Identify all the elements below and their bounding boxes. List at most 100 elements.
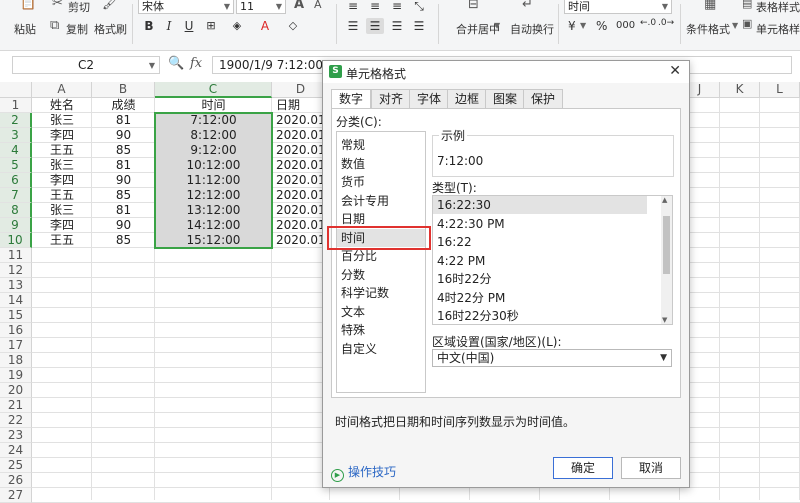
cell-score[interactable]: 85: [92, 233, 155, 248]
type-item[interactable]: 16:22:30: [433, 196, 647, 214]
row-header-17[interactable]: 17: [0, 338, 32, 353]
cell-name[interactable]: 张三: [32, 203, 92, 218]
align-right-icon[interactable]: ☰: [388, 18, 406, 34]
cancel-button[interactable]: 取消: [621, 457, 681, 479]
column-header-k[interactable]: K: [720, 82, 760, 98]
row-header-18[interactable]: 18: [0, 353, 32, 368]
row-header-25[interactable]: 25: [0, 458, 32, 473]
type-list[interactable]: 16:22:30 4:22:30 PM 16:22 4:22 PM 16时22分 4时22…: [432, 195, 662, 325]
tab-protection[interactable]: 保护: [523, 89, 564, 108]
row-header-8[interactable]: 8: [0, 203, 32, 218]
row-header-2[interactable]: 2: [0, 113, 32, 128]
row-header-11[interactable]: 11: [0, 248, 32, 263]
category-item[interactable]: 数值: [337, 155, 425, 173]
fill-color-icon[interactable]: ◈: [228, 18, 246, 34]
select-all-corner[interactable]: [0, 82, 32, 98]
dialog-title-bar[interactable]: S 单元格格式 ✕: [323, 61, 689, 83]
row-header-13[interactable]: 13: [0, 278, 32, 293]
cell-score[interactable]: 81: [92, 203, 155, 218]
cell-name[interactable]: 李四: [32, 128, 92, 143]
table-style-icon[interactable]: ▤: [742, 0, 752, 10]
cell-style-icon[interactable]: ▣: [742, 17, 752, 30]
category-item[interactable]: 常规: [337, 136, 425, 154]
locale-select[interactable]: 中文(中国) ▼: [432, 349, 672, 367]
orientation-icon[interactable]: ⤡: [410, 0, 428, 14]
decrease-font-icon[interactable]: A: [314, 0, 322, 11]
category-item[interactable]: 文本: [337, 303, 425, 321]
font-name-select[interactable]: 宋体 ▼: [138, 0, 234, 14]
cell-score[interactable]: 90: [92, 128, 155, 143]
scroll-down-icon[interactable]: ▼: [662, 316, 667, 324]
category-item[interactable]: 货币: [337, 173, 425, 191]
font-color-icon[interactable]: A: [256, 18, 274, 34]
italic-button[interactable]: I: [160, 18, 178, 34]
row-header-21[interactable]: 21: [0, 398, 32, 413]
paste-icon[interactable]: 📋: [20, 0, 36, 11]
cut-button[interactable]: 剪切: [68, 0, 90, 15]
format-painter-icon[interactable]: 🖌: [102, 0, 119, 11]
align-middle-icon[interactable]: ≡: [366, 0, 384, 14]
scroll-up-icon[interactable]: ▲: [662, 196, 667, 204]
tab-font[interactable]: 字体: [409, 89, 450, 108]
function-icon[interactable]: fx: [190, 56, 202, 71]
percent-button[interactable]: %: [596, 19, 607, 33]
font-size-select[interactable]: 11 ▼: [236, 0, 286, 14]
row-header-22[interactable]: 22: [0, 413, 32, 428]
row-header-24[interactable]: 24: [0, 443, 32, 458]
border-icon[interactable]: ⊞: [202, 18, 220, 34]
align-center-icon[interactable]: ☰: [366, 18, 384, 34]
type-item[interactable]: 16时22分: [433, 270, 647, 288]
tab-pattern[interactable]: 图案: [485, 89, 526, 108]
tab-alignment[interactable]: 对齐: [371, 89, 412, 108]
name-box[interactable]: C2 ▼: [12, 56, 160, 74]
merge-cells-icon[interactable]: ⊟: [468, 0, 479, 12]
distribute-icon[interactable]: ☰: [410, 18, 428, 34]
increase-font-icon[interactable]: A: [294, 0, 304, 12]
underline-button[interactable]: U: [180, 18, 198, 34]
column-header-a[interactable]: A: [32, 82, 92, 98]
cell-score[interactable]: 81: [92, 113, 155, 128]
category-item[interactable]: 科学记数: [337, 284, 425, 302]
row-header-12[interactable]: 12: [0, 263, 32, 278]
category-item[interactable]: 百分比: [337, 247, 425, 265]
align-left-icon[interactable]: ☰: [344, 18, 362, 34]
decrease-decimal-icon[interactable]: .0→: [658, 18, 674, 28]
cell-name[interactable]: 王五: [32, 188, 92, 203]
type-list-scrollbar[interactable]: ▲ ▼: [661, 195, 673, 325]
column-header-c[interactable]: C: [155, 82, 272, 98]
cell-score[interactable]: 85: [92, 143, 155, 158]
cell-header-time[interactable]: 时间: [155, 98, 272, 113]
row-header-9[interactable]: 9: [0, 218, 32, 233]
cell-score[interactable]: 90: [92, 218, 155, 233]
row-header-6[interactable]: 6: [0, 173, 32, 188]
tips-link[interactable]: ▶ 操作技巧: [331, 463, 396, 482]
close-icon[interactable]: ✕: [669, 63, 681, 79]
number-format-select[interactable]: 时间 ▼: [564, 0, 672, 14]
thousands-button[interactable]: 000: [616, 20, 635, 31]
copy-icon[interactable]: ⧉: [50, 18, 59, 33]
align-bottom-icon[interactable]: ≡: [388, 0, 406, 14]
cell-style-button[interactable]: 单元格样式: [756, 21, 800, 37]
type-item[interactable]: 4:22 PM: [433, 252, 647, 270]
row-header-16[interactable]: 16: [0, 323, 32, 338]
row-header-19[interactable]: 19: [0, 368, 32, 383]
conditional-format-button[interactable]: 条件格式: [686, 21, 730, 37]
row-header-7[interactable]: 7: [0, 188, 32, 203]
scrollbar-thumb[interactable]: [663, 216, 670, 274]
wrap-text-icon[interactable]: ↵: [522, 0, 533, 12]
category-item[interactable]: 自定义: [337, 340, 425, 358]
type-item[interactable]: 16时22分30秒: [433, 307, 647, 325]
row-header-14[interactable]: 14: [0, 293, 32, 308]
row-header-27[interactable]: 27: [0, 488, 32, 503]
chevron-down-icon[interactable]: ▼: [732, 21, 738, 30]
row-header-4[interactable]: 4: [0, 143, 32, 158]
type-item[interactable]: 16:22: [433, 233, 647, 251]
tab-border[interactable]: 边框: [447, 89, 488, 108]
scissors-icon[interactable]: ✂: [52, 0, 63, 11]
copy-button[interactable]: 复制: [66, 21, 88, 37]
cell-score[interactable]: 81: [92, 158, 155, 173]
currency-button[interactable]: ¥: [568, 19, 576, 33]
row-header-5[interactable]: 5: [0, 158, 32, 173]
column-header-l[interactable]: L: [760, 82, 800, 98]
category-item[interactable]: 特殊: [337, 321, 425, 339]
